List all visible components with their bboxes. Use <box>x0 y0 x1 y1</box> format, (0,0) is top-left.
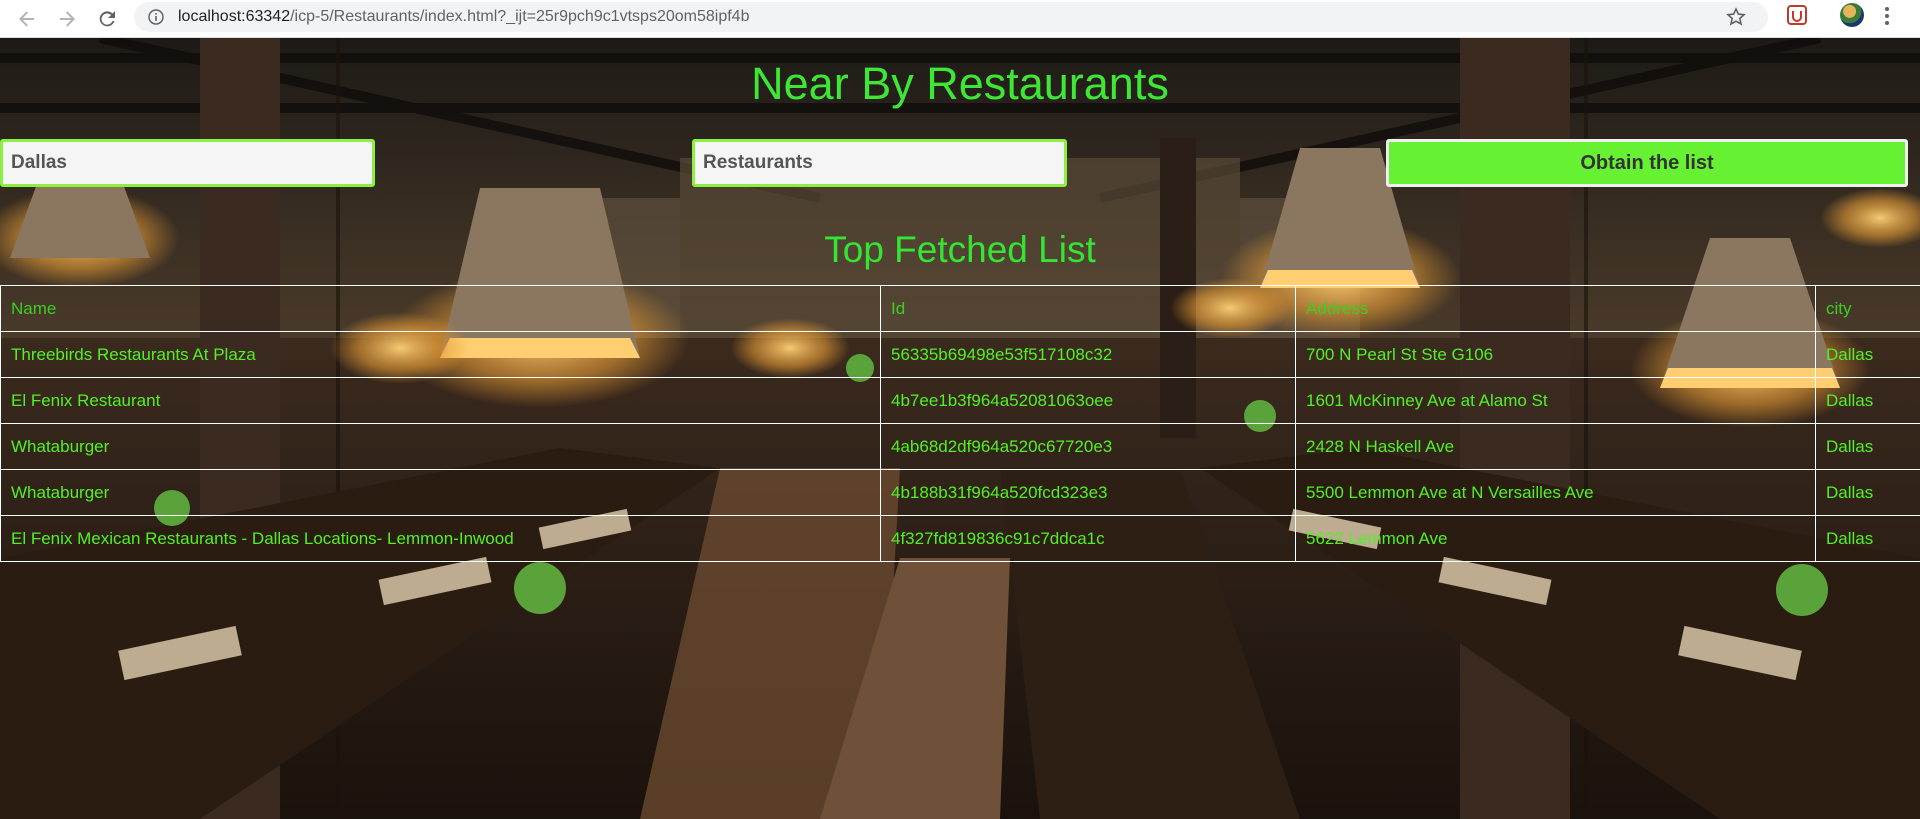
table-row: Threebirds Restaurants At Plaza 56335b69… <box>0 331 1920 378</box>
cell-id: 56335b69498e53f517108c32 <box>880 331 1296 378</box>
column-header-city: city <box>1815 285 1920 332</box>
cell-id: 4b7ee1b3f964a52081063oee <box>880 377 1296 424</box>
list-title: Top Fetched List <box>824 229 1096 270</box>
table-row: Whataburger 4b188b31f964a520fcd323e3 550… <box>0 469 1920 516</box>
obtain-list-button[interactable]: Obtain the list <box>1386 139 1908 187</box>
cell-city: Dallas <box>1815 331 1920 378</box>
cell-name: Whataburger <box>0 423 881 470</box>
cell-name: Whataburger <box>0 469 881 516</box>
page-content: Near By Restaurants Obtain the list Top … <box>0 38 1920 819</box>
cell-address: 5622 Lemmon Ave <box>1295 515 1816 562</box>
forward-icon <box>60 11 75 27</box>
cell-city: Dallas <box>1815 377 1920 424</box>
cell-id: 4ab68d2df964a520c67720e3 <box>880 423 1296 470</box>
results-table: Name Id Address city Threebirds Restaura… <box>0 285 1920 562</box>
forward-button[interactable] <box>52 4 82 34</box>
table-row: El Fenix Mexican Restaurants - Dallas Lo… <box>0 515 1920 562</box>
cell-city: Dallas <box>1815 469 1920 516</box>
city-input[interactable] <box>0 139 375 187</box>
cell-name: El Fenix Restaurant <box>0 377 881 424</box>
cell-address: 1601 McKinney Ave at Alamo St <box>1295 377 1816 424</box>
url-path: /icp-5/Restaurants/index.html?_ijt=25r9p… <box>290 8 750 25</box>
cell-address: 2428 N Haskell Ave <box>1295 423 1816 470</box>
table-row: Whataburger 4ab68d2df964a520c67720e3 242… <box>0 423 1920 470</box>
cell-city: Dallas <box>1815 515 1920 562</box>
cell-id: 4f327fd819836c91c7ddca1c <box>880 515 1296 562</box>
cell-city: Dallas <box>1815 423 1920 470</box>
extension-icon[interactable] <box>1786 4 1808 26</box>
column-header-id: Id <box>880 285 1296 332</box>
table-header-row: Name Id Address city <box>0 285 1920 332</box>
menu-icon[interactable] <box>1884 5 1890 27</box>
cell-address: 5500 Lemmon Ave at N Versailles Ave <box>1295 469 1816 516</box>
address-bar[interactable]: localhost:63342/icp-5/Restaurants/index.… <box>134 2 1768 32</box>
profile-avatar[interactable] <box>1840 3 1864 27</box>
cell-address: 700 N Pearl St Ste G106 <box>1295 331 1816 378</box>
url-text[interactable]: localhost:63342/icp-5/Restaurants/index.… <box>178 8 749 26</box>
cell-name: El Fenix Mexican Restaurants - Dallas Lo… <box>0 515 881 562</box>
column-header-address: Address <box>1295 285 1816 332</box>
column-header-name: Name <box>0 285 881 332</box>
table-row: El Fenix Restaurant 4b7ee1b3f964a5208106… <box>0 377 1920 424</box>
reload-button[interactable] <box>92 4 122 34</box>
page-title: Near By Restaurants <box>751 58 1169 109</box>
cell-id: 4b188b31f964a520fcd323e3 <box>880 469 1296 516</box>
cell-name: Threebirds Restaurants At Plaza <box>0 331 881 378</box>
star-icon[interactable] <box>1726 7 1746 27</box>
back-button[interactable] <box>12 4 42 34</box>
reload-icon <box>99 11 115 27</box>
url-host: localhost:63342 <box>178 8 291 25</box>
category-input[interactable] <box>692 139 1067 187</box>
back-icon <box>19 11 34 27</box>
browser-toolbar: localhost:63342/icp-5/Restaurants/index.… <box>0 0 1920 38</box>
info-icon[interactable] <box>148 9 164 25</box>
